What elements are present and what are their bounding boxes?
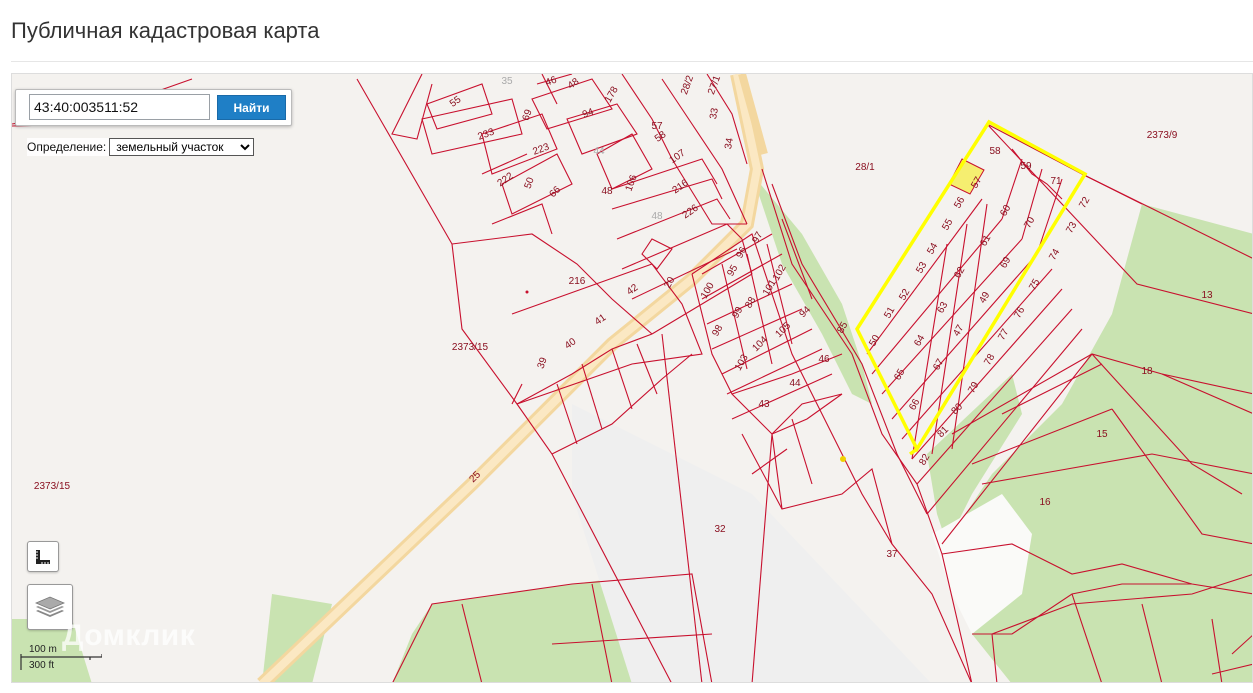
parcel-label: 13 [1201,290,1213,301]
parcel-label: 37 [886,549,898,560]
parcel-label: 51 [882,305,897,321]
parcel-label: 222 [496,170,516,189]
parcel-label: 95 [725,263,740,279]
parcel-label: 223 [531,141,551,157]
parcel-label: 42 [625,282,641,298]
parcel-label: 2373/9 [1147,130,1178,141]
title-divider [11,61,1253,62]
cadastral-map[interactable]: 5535 46 48178945769233223222 50664448 106581… [12,74,1253,683]
parcel-label: 178 [603,84,621,104]
parcel-label: 35 [501,76,513,87]
parcel-label: 69 [521,108,535,123]
parcel-label: 75 [1027,277,1042,293]
parcel-label: 59 [1020,161,1032,172]
parcel-label: 58 [989,146,1001,157]
measure-button[interactable] [27,541,59,572]
parcel-label: 97 [750,230,765,246]
parcel-label: 62 [952,265,967,281]
parcel-label: 72 [1077,195,1092,211]
layers-icon [35,596,65,617]
page-title: Публичная кадастровая карта [11,18,320,43]
parcel-label: 52 [897,287,912,303]
parcel-label: 69 [998,255,1013,271]
parcel-label: 50 [867,333,882,349]
parcel-label: 28/1 [855,162,875,173]
parcel-label: 48 [566,76,582,92]
parcel-label: 216 [569,276,586,287]
parcel-label: 28/2 [679,74,696,96]
parcel-label: 48 [651,211,663,222]
parcel-label: 41 [593,312,609,328]
parcel-label: 103 [733,352,751,372]
scale-metric: 100 m [29,644,57,655]
parcel-label: 60 [998,203,1013,219]
ruler-icon [36,549,50,564]
parcel-label: 46 [544,74,559,88]
parcel-label: 107 [668,147,688,166]
parcel-label: 32 [714,524,726,535]
parcel-label: 44 [593,146,605,157]
parcel-label: 54 [925,241,940,257]
parcel-label: 48 [601,186,613,197]
search-button[interactable]: Найти [217,95,286,120]
map-viewport[interactable]: 55 35 46 48 178 94 57 69 233 223 222 50 66 44 48 106 58 1… [11,73,1253,683]
parcel-label: 74 [1047,247,1062,263]
parcel-label: 216 [671,177,691,196]
parcel-label: 55 [940,217,955,233]
definition-row: Определение: земельный участок [27,138,255,156]
parcel-label: 55 [448,94,464,110]
parcel-label: 43 [758,399,770,410]
parcel-label: 39 [536,356,550,371]
definition-select[interactable]: земельный участок [109,138,255,156]
parcel-label: 2373/15 [34,481,71,492]
parcel-label: 40 [563,336,579,352]
scale-imperial: 300 ft [29,660,55,671]
parcel-label: 73 [1064,220,1079,236]
parcel-label: 34 [723,137,736,150]
parcel-label: 2373/15 [452,342,489,353]
parcel-label: 66 [547,184,563,200]
cadastral-number-input[interactable] [29,94,210,120]
parcel-label: 100 [699,280,717,300]
parcel-label: 71 [1050,176,1062,187]
parcel-label: 76 [1012,305,1027,321]
parcel-label: 15 [1096,429,1108,440]
parcel-label: 226 [681,202,701,221]
location-marker [840,456,846,462]
parcel-label: 98 [710,323,725,339]
parcel-label: 18 [1141,366,1153,377]
parcel-label: 94 [581,106,596,120]
definition-label: Определение: [27,140,107,154]
parcel-label: 46 [818,354,830,365]
parcel-label: 49 [977,290,992,306]
parcel-label: 56 [952,195,967,211]
parcel-label: 44 [789,378,801,389]
parcel-label: 16 [1039,497,1051,508]
parcel-label: 50 [523,176,537,191]
parcel-label: 33 [708,107,721,120]
